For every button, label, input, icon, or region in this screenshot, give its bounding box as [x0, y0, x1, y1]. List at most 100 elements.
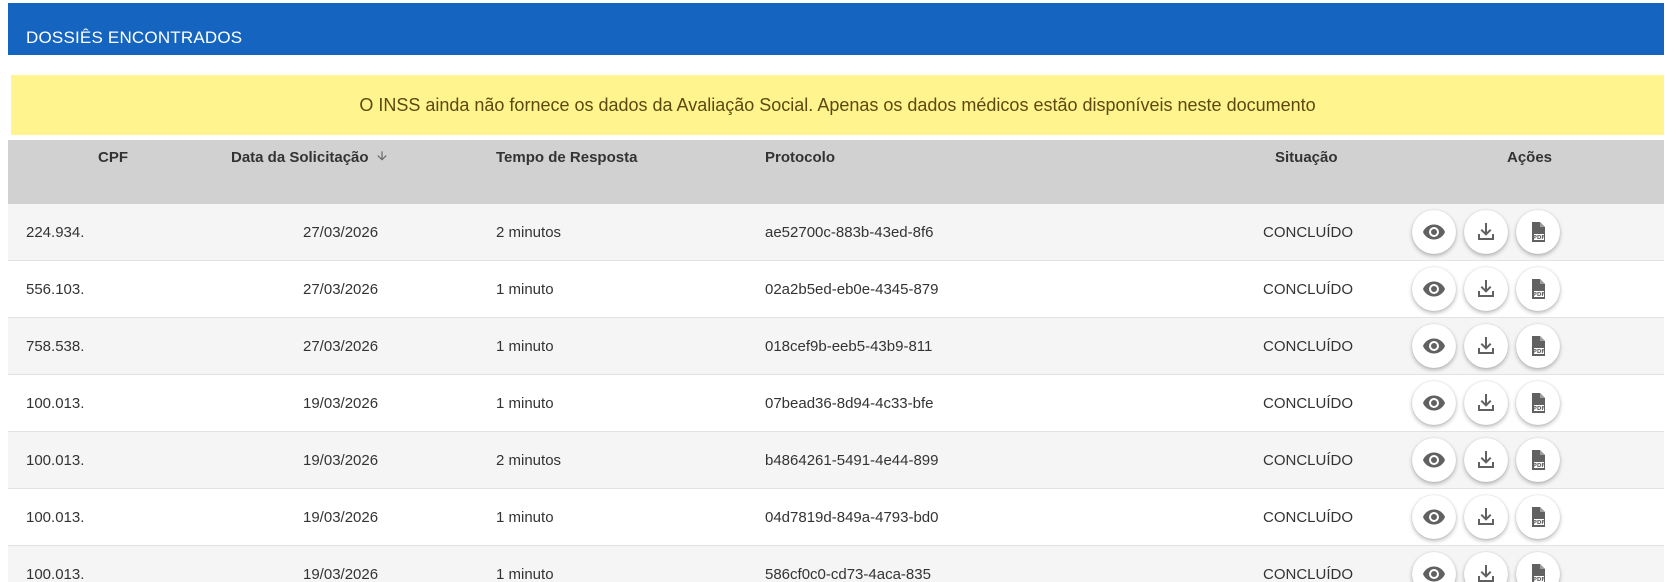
view-button[interactable]	[1412, 381, 1456, 425]
panel-title: DOSSIÊS ENCONTRADOS	[8, 3, 1664, 55]
cell-protocolo: 02a2b5ed-eb0e-4345-879	[765, 280, 939, 298]
pdf-icon: PDF	[1526, 277, 1550, 301]
cell-tempo-resposta: 2 minutos	[496, 223, 562, 241]
header-protocolo[interactable]: Protocolo	[765, 149, 835, 166]
download-icon	[1474, 505, 1498, 529]
cell-data-solicitacao: 19/03/2026	[303, 394, 379, 412]
cell-situacao: CONCLUÍDO	[1263, 337, 1354, 355]
cell-situacao: CONCLUÍDO	[1263, 394, 1354, 412]
header-acoes: Ações	[1507, 149, 1553, 166]
arrow-down-icon	[375, 149, 389, 167]
cell-situacao: CONCLUÍDO	[1263, 280, 1354, 298]
cell-acoes: PDF	[1412, 318, 1560, 374]
cell-data-solicitacao: 27/03/2026	[303, 337, 379, 355]
header-data-label: Data da Solicitação	[231, 149, 369, 166]
svg-text:PDF: PDF	[1533, 520, 1546, 526]
download-icon	[1474, 277, 1498, 301]
download-icon	[1474, 448, 1498, 472]
cell-data-solicitacao: 27/03/2026	[303, 223, 379, 241]
cell-cpf: 556.103.	[26, 280, 85, 298]
download-button[interactable]	[1464, 495, 1508, 539]
pdf-button[interactable]: PDF	[1516, 210, 1560, 254]
cell-acoes: PDF	[1412, 546, 1560, 582]
cell-tempo-resposta: 2 minutos	[496, 451, 562, 469]
cell-tempo-resposta: 1 minuto	[496, 337, 554, 355]
eye-icon	[1422, 334, 1446, 358]
header-tempo-resposta[interactable]: Tempo de Resposta	[496, 149, 637, 166]
cell-acoes: PDF	[1412, 489, 1560, 545]
download-button[interactable]	[1464, 210, 1508, 254]
eye-icon	[1422, 391, 1446, 415]
cell-protocolo: b4864261-5491-4e44-899	[765, 451, 939, 469]
notice-banner: O INSS ainda não fornece os dados da Ava…	[11, 75, 1664, 135]
cell-acoes: PDF	[1412, 432, 1560, 488]
cell-cpf: 100.013.	[26, 394, 85, 412]
svg-text:PDF: PDF	[1533, 292, 1546, 298]
download-icon	[1474, 391, 1498, 415]
table-row: 758.538. 27/03/2026 1 minuto 018cef9b-ee…	[8, 318, 1664, 375]
download-button[interactable]	[1464, 267, 1508, 311]
cell-protocolo: 07bead36-8d94-4c33-bfe	[765, 394, 934, 412]
view-button[interactable]	[1412, 324, 1456, 368]
table-header: CPF Data da Solicitação Tempo de Respost…	[8, 140, 1664, 204]
header-situacao[interactable]: Situação	[1275, 149, 1338, 166]
dossies-panel: DOSSIÊS ENCONTRADOS O INSS ainda não for…	[8, 3, 1664, 582]
cell-tempo-resposta: 1 minuto	[496, 508, 554, 526]
download-icon	[1474, 334, 1498, 358]
cell-tempo-resposta: 1 minuto	[496, 394, 554, 412]
cell-tempo-resposta: 1 minuto	[496, 565, 554, 582]
table-row: 100.013. 19/03/2026 1 minuto 04d7819d-84…	[8, 489, 1664, 546]
cell-cpf: 100.013.	[26, 508, 85, 526]
pdf-button[interactable]: PDF	[1516, 438, 1560, 482]
view-button[interactable]	[1412, 210, 1456, 254]
pdf-button[interactable]: PDF	[1516, 381, 1560, 425]
cell-acoes: PDF	[1412, 375, 1560, 431]
cell-situacao: CONCLUÍDO	[1263, 223, 1354, 241]
download-icon	[1474, 220, 1498, 244]
view-button[interactable]	[1412, 438, 1456, 482]
table-row: 100.013. 19/03/2026 2 minutos b4864261-5…	[8, 432, 1664, 489]
cell-situacao: CONCLUÍDO	[1263, 451, 1354, 469]
eye-icon	[1422, 277, 1446, 301]
download-button[interactable]	[1464, 552, 1508, 582]
cell-cpf: 100.013.	[26, 565, 85, 582]
cell-protocolo: 018cef9b-eeb5-43b9-811	[765, 337, 933, 355]
svg-text:PDF: PDF	[1533, 463, 1546, 469]
cell-data-solicitacao: 19/03/2026	[303, 565, 379, 582]
svg-text:PDF: PDF	[1533, 406, 1546, 412]
view-button[interactable]	[1412, 552, 1456, 582]
pdf-button[interactable]: PDF	[1516, 552, 1560, 582]
eye-icon	[1422, 448, 1446, 472]
download-button[interactable]	[1464, 381, 1508, 425]
pdf-icon: PDF	[1526, 448, 1550, 472]
download-button[interactable]	[1464, 324, 1508, 368]
header-data-solicitacao[interactable]: Data da Solicitação	[231, 149, 389, 167]
header-cpf[interactable]: CPF	[98, 149, 128, 166]
eye-icon	[1422, 220, 1446, 244]
cell-tempo-resposta: 1 minuto	[496, 280, 554, 298]
cell-data-solicitacao: 19/03/2026	[303, 508, 379, 526]
table-row: 224.934. 27/03/2026 2 minutos ae52700c-8…	[8, 204, 1664, 261]
cell-protocolo: 04d7819d-849a-4793-bd0	[765, 508, 939, 526]
pdf-button[interactable]: PDF	[1516, 324, 1560, 368]
pdf-icon: PDF	[1526, 334, 1550, 358]
cell-acoes: PDF	[1412, 204, 1560, 260]
pdf-icon: PDF	[1526, 220, 1550, 244]
pdf-button[interactable]: PDF	[1516, 267, 1560, 311]
table-body: 224.934. 27/03/2026 2 minutos ae52700c-8…	[8, 204, 1664, 582]
download-button[interactable]	[1464, 438, 1508, 482]
view-button[interactable]	[1412, 495, 1456, 539]
svg-text:PDF: PDF	[1533, 349, 1546, 355]
cell-acoes: PDF	[1412, 261, 1560, 317]
view-button[interactable]	[1412, 267, 1456, 311]
table-row: 100.013. 19/03/2026 1 minuto 07bead36-8d…	[8, 375, 1664, 432]
svg-text:PDF: PDF	[1533, 235, 1546, 241]
eye-icon	[1422, 505, 1446, 529]
table-row: 556.103. 27/03/2026 1 minuto 02a2b5ed-eb…	[8, 261, 1664, 318]
table-row: 100.013. 19/03/2026 1 minuto 586cf0c0-cd…	[8, 546, 1664, 582]
pdf-button[interactable]: PDF	[1516, 495, 1560, 539]
cell-protocolo: ae52700c-883b-43ed-8f6	[765, 223, 934, 241]
eye-icon	[1422, 562, 1446, 582]
cell-situacao: CONCLUÍDO	[1263, 565, 1354, 582]
cell-cpf: 100.013.	[26, 451, 85, 469]
